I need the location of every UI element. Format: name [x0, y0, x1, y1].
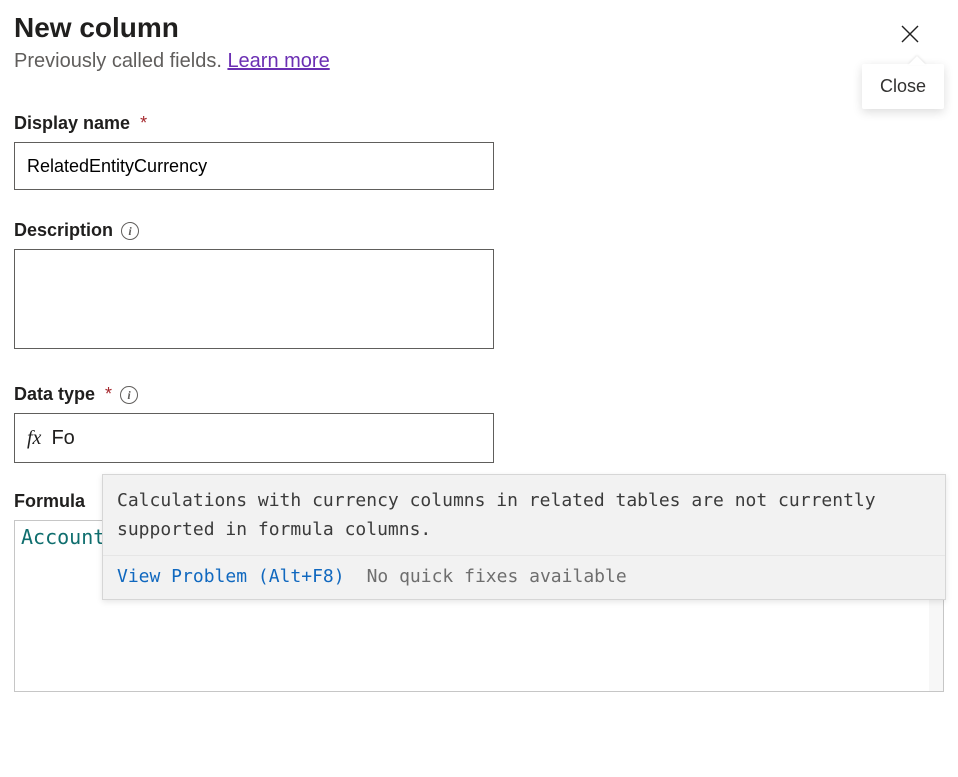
description-label-text: Description	[14, 220, 113, 241]
description-input[interactable]	[14, 249, 494, 349]
display-name-label: Display name *	[14, 113, 944, 134]
display-name-label-text: Display name	[14, 113, 130, 134]
close-button[interactable]	[890, 14, 930, 54]
description-label: Description i	[14, 220, 944, 241]
info-icon[interactable]: i	[121, 222, 139, 240]
data-type-label-text: Data type	[14, 384, 95, 405]
error-popover: Calculations with currency columns in re…	[102, 474, 946, 600]
new-column-panel: Close New column Previously called field…	[0, 0, 958, 706]
info-icon[interactable]: i	[120, 386, 138, 404]
data-type-label: Data type * i	[14, 384, 944, 405]
description-field: Description i	[14, 220, 944, 354]
subtitle: Previously called fields. Learn more	[14, 50, 944, 73]
required-indicator: *	[105, 384, 112, 405]
close-tooltip: Close	[862, 64, 944, 109]
data-type-field: Data type * i fx Fo	[14, 384, 944, 463]
learn-more-link[interactable]: Learn more	[227, 50, 329, 72]
error-actions: View Problem (Alt+F8) No quick fixes ava…	[103, 556, 945, 599]
data-type-select[interactable]: fx Fo	[14, 413, 494, 463]
subtitle-text: Previously called fields.	[14, 50, 227, 72]
required-indicator: *	[140, 113, 147, 134]
close-tooltip-text: Close	[880, 76, 926, 96]
token-entity: Account	[21, 525, 105, 549]
data-type-selected-text: Fo	[51, 427, 74, 450]
error-message: Calculations with currency columns in re…	[103, 475, 945, 556]
display-name-input[interactable]	[14, 142, 494, 190]
page-title: New column	[14, 12, 944, 44]
close-icon	[899, 23, 921, 45]
view-problem-link[interactable]: View Problem (Alt+F8)	[117, 566, 345, 587]
no-quick-fix-text: No quick fixes available	[367, 566, 627, 587]
display-name-field: Display name *	[14, 113, 944, 190]
formula-icon: fx	[27, 427, 41, 450]
